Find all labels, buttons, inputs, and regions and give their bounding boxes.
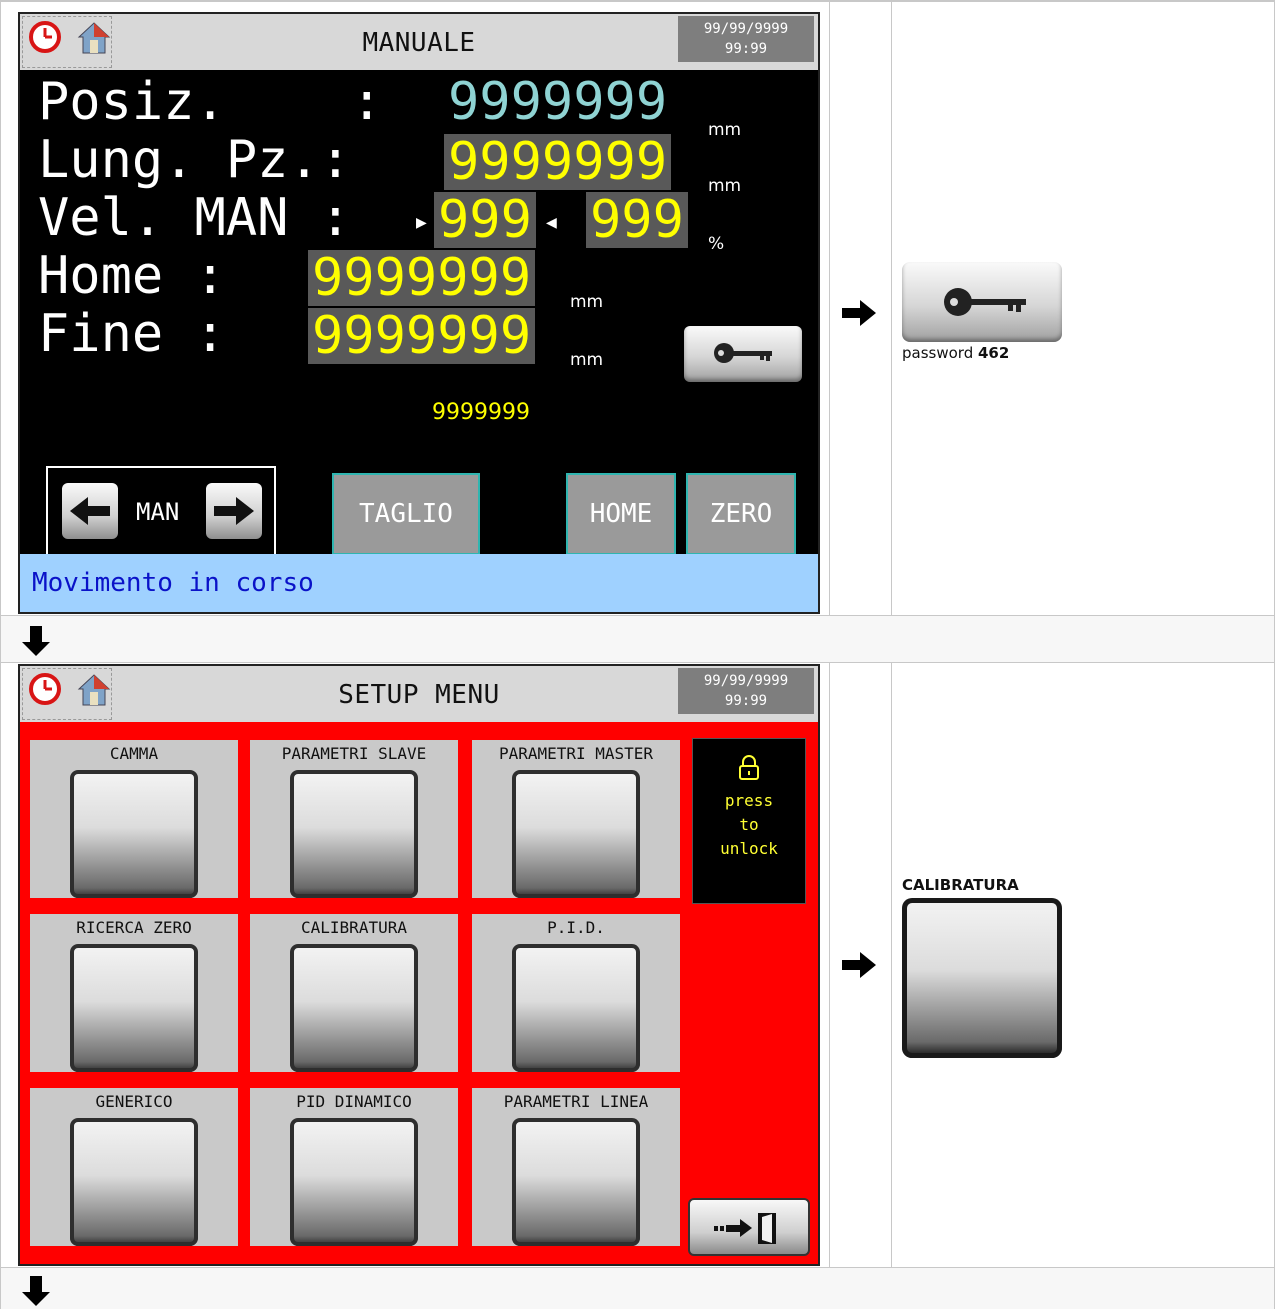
- jog-left-button[interactable]: [62, 483, 118, 539]
- home-value-field[interactable]: 9999999: [308, 250, 536, 306]
- zero-button[interactable]: ZERO: [686, 473, 796, 555]
- counter-value: 9999999: [432, 400, 530, 425]
- unlock-line-1: press: [724, 791, 774, 810]
- password-key-button-image: [902, 262, 1062, 342]
- lung-unit: mm: [708, 176, 742, 196]
- exit-door-icon: [714, 1213, 776, 1244]
- tile-button[interactable]: [70, 1118, 198, 1246]
- datetime-display: 99/99/9999 99:99: [678, 668, 814, 714]
- table-border: [0, 1267, 1275, 1268]
- tile-label: RICERCA ZERO: [76, 918, 192, 937]
- key-icon: [714, 343, 772, 363]
- arrow-right-icon: [214, 497, 254, 525]
- fine-label: Fine :: [38, 304, 226, 364]
- datetime-display: 99/99/9999 99:99: [678, 16, 814, 62]
- vel-forward-arrow-icon: ▶: [416, 215, 427, 231]
- time-text: 99:99: [724, 693, 768, 709]
- exit-button[interactable]: [688, 1198, 810, 1256]
- table-border: [0, 0, 1, 1309]
- tile-label: PARAMETRI LINEA: [503, 1092, 649, 1111]
- home-label: Home :: [38, 246, 226, 306]
- table-border: [0, 0, 1275, 2]
- lung-value-field[interactable]: 9999999: [444, 134, 672, 190]
- unlock-line-2: to: [739, 815, 759, 834]
- tile-label: CAMMA: [109, 744, 159, 763]
- vel-label: Vel. MAN :: [38, 188, 352, 248]
- tile-label: P.I.D.: [547, 918, 605, 937]
- fine-unit: mm: [570, 350, 604, 370]
- arrow-left-icon: [70, 497, 110, 525]
- vel-unit: %: [708, 234, 725, 254]
- arrow-right-icon: [842, 952, 876, 978]
- arrow-right-icon: [842, 300, 876, 326]
- tile-parametri-slave[interactable]: PARAMETRI SLAVE: [250, 740, 458, 898]
- key-icon: [944, 288, 1026, 316]
- posiz-value: 9999999: [448, 72, 668, 132]
- arrow-row-1: [0, 616, 1275, 662]
- tile-parametri-linea[interactable]: PARAMETRI LINEA: [472, 1088, 680, 1246]
- manual-screen: MANUALE 99/99/9999 99:99 Posiz. : 999999…: [18, 12, 820, 614]
- home-unit: mm: [570, 292, 604, 312]
- arrow-down-icon: [22, 626, 50, 656]
- tile-button[interactable]: [290, 1118, 418, 1246]
- calibratura-button-image: [902, 898, 1062, 1058]
- posiz-unit: mm: [708, 120, 742, 140]
- top-bar: MANUALE 99/99/9999 99:99: [20, 14, 818, 70]
- tile-button[interactable]: [512, 770, 640, 898]
- table-border: [891, 662, 892, 1268]
- calibratura-caption: CALIBRATURA: [902, 876, 1019, 894]
- date-text: 99/99/9999: [703, 21, 789, 37]
- tile-calibratura[interactable]: CALIBRATURA: [250, 914, 458, 1072]
- status-bar: Movimento in corso: [20, 554, 818, 612]
- tile-generico[interactable]: GENERICO: [30, 1088, 238, 1246]
- table-border: [891, 0, 892, 616]
- vel-back-arrow-icon: ◀: [546, 215, 557, 231]
- table-border: [829, 662, 830, 1268]
- taglio-button[interactable]: TAGLIO: [332, 473, 480, 555]
- tile-label: PARAMETRI SLAVE: [281, 744, 427, 763]
- arrow-row-2: [0, 1268, 1275, 1309]
- tile-pid[interactable]: P.I.D.: [472, 914, 680, 1072]
- unlock-line-3: unlock: [720, 839, 778, 858]
- tile-label: PARAMETRI MASTER: [498, 744, 654, 763]
- tile-button[interactable]: [290, 944, 418, 1072]
- jog-right-button[interactable]: [206, 483, 262, 539]
- tile-button[interactable]: [290, 770, 418, 898]
- man-label: MAN: [136, 498, 180, 526]
- table-border: [0, 662, 1275, 663]
- tile-button[interactable]: [70, 770, 198, 898]
- tile-ricerca-zero[interactable]: RICERCA ZERO: [30, 914, 238, 1072]
- setup-screen: SETUP MENU 99/99/9999 99:99 CAMMA PARAME…: [18, 664, 820, 1266]
- table-border: [0, 615, 1275, 616]
- manual-jog-group: MAN: [46, 466, 276, 558]
- table-border: [829, 0, 830, 616]
- fine-value-field[interactable]: 9999999: [308, 308, 536, 364]
- top-bar: SETUP MENU 99/99/9999 99:99: [20, 666, 818, 722]
- tile-button[interactable]: [512, 944, 640, 1072]
- lung-label: Lung. Pz.:: [38, 130, 352, 190]
- tile-pid-dinamico[interactable]: PID DINAMICO: [250, 1088, 458, 1246]
- posiz-label: Posiz. :: [38, 72, 383, 132]
- unlock-panel[interactable]: press to unlock: [692, 738, 806, 904]
- manual-body: Posiz. : 9999999 mm Lung. Pz.: 9999999 m…: [20, 70, 818, 558]
- password-caption: password 462: [902, 344, 1009, 362]
- password-code: 462: [977, 344, 1010, 362]
- arrow-down-icon: [22, 1276, 50, 1306]
- home-button[interactable]: HOME: [566, 473, 676, 555]
- setup-body: CAMMA PARAMETRI SLAVE PARAMETRI MASTER R…: [20, 722, 818, 1264]
- tile-button[interactable]: [70, 944, 198, 1072]
- tile-camma[interactable]: CAMMA: [30, 740, 238, 898]
- date-text: 99/99/9999: [703, 673, 789, 689]
- password-prefix: password: [902, 344, 978, 362]
- padlock-icon: [739, 755, 759, 780]
- tile-label: CALIBRATURA: [301, 918, 407, 937]
- tile-label: PID DINAMICO: [296, 1092, 412, 1111]
- vel-value-2-field[interactable]: 999: [586, 192, 688, 248]
- password-key-button[interactable]: [684, 326, 802, 382]
- vel-value-1-field[interactable]: 999: [434, 192, 536, 248]
- time-text: 99:99: [724, 41, 768, 57]
- tile-label: GENERICO: [95, 1092, 173, 1111]
- tile-parametri-master[interactable]: PARAMETRI MASTER: [472, 740, 680, 898]
- tile-button[interactable]: [512, 1118, 640, 1246]
